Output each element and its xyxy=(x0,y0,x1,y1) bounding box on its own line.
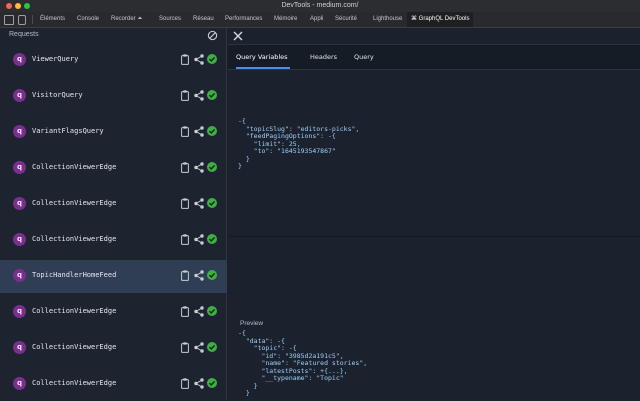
share-icon[interactable] xyxy=(194,198,204,209)
devtools-tab-console[interactable]: Console xyxy=(73,12,103,27)
request-row[interactable]: q ViewerQuery xyxy=(0,44,227,77)
active-tab-indicator xyxy=(236,67,290,69)
variables-line: } xyxy=(238,154,250,163)
devtools-tab-network[interactable]: Réseau xyxy=(189,12,218,27)
query-type-badge: q xyxy=(13,197,26,210)
preview-line: } xyxy=(238,381,258,390)
share-icon[interactable] xyxy=(194,306,204,317)
requests-title: Requests xyxy=(9,31,39,38)
request-name: TopicHandlerHomeFeed xyxy=(32,271,117,279)
variables-line: "to": "1645193547867" xyxy=(238,147,336,155)
window-title: DevTools - medium.com/ xyxy=(281,2,359,9)
request-row[interactable]: q VisitorQuery xyxy=(0,80,227,113)
requests-panel: Requests q ViewerQuery q VisitorQuery q Varia… xyxy=(0,28,227,400)
tab-query[interactable]: Query xyxy=(354,45,374,70)
request-row[interactable]: q CollectionViewerEdge xyxy=(0,152,227,185)
requests-header: Requests xyxy=(0,28,227,44)
devtools-tabbar: Éléments Console Recorder ⏶ Sources Rése… xyxy=(0,12,640,28)
check-circle-icon xyxy=(207,90,217,100)
devtools-tab-elements[interactable]: Éléments xyxy=(36,12,69,27)
device-icon[interactable] xyxy=(18,15,26,25)
devtools-tab-lighthouse[interactable]: Lighthouse xyxy=(369,12,406,27)
devtools-tab-memory[interactable]: Mémoire xyxy=(270,12,301,27)
request-name: CollectionViewerEdge xyxy=(32,379,117,387)
request-row[interactable]: q CollectionViewerEdge xyxy=(0,296,227,329)
check-circle-icon xyxy=(207,306,217,316)
query-type-badge: q xyxy=(13,53,26,66)
clipboard-icon[interactable] xyxy=(181,162,189,173)
query-variables-pane: -{ "topicSlug": "editors-picks", "feedPa… xyxy=(228,71,640,236)
devtools-tab-graphql[interactable]: ⌘ GraphQL DevTools xyxy=(407,12,474,27)
clear-icon[interactable] xyxy=(207,30,218,41)
clipboard-icon[interactable] xyxy=(181,90,189,101)
query-type-badge: q xyxy=(13,341,26,354)
clipboard-icon[interactable] xyxy=(181,378,189,389)
devtools-tab-recorder[interactable]: Recorder ⏶ xyxy=(107,12,146,27)
request-name: CollectionViewerEdge xyxy=(32,307,117,315)
query-type-badge: q xyxy=(13,233,26,246)
window-titlebar: DevTools - medium.com/ xyxy=(0,0,640,12)
devtools-tab-security[interactable]: Sécurité xyxy=(331,12,361,27)
request-name: VisitorQuery xyxy=(32,91,83,99)
check-circle-icon xyxy=(207,342,217,352)
devtools-tab-application[interactable]: Appli xyxy=(306,12,327,27)
check-circle-icon xyxy=(207,162,217,172)
query-type-badge: q xyxy=(13,269,26,282)
request-name: CollectionViewerEdge xyxy=(32,199,117,207)
query-type-badge: q xyxy=(13,125,26,138)
preview-json[interactable]: -{ "data": -{ "topic": -{ "id": "3985d2a… xyxy=(238,329,367,398)
detail-tabs: Query Variables Headers Query xyxy=(228,45,640,70)
share-icon[interactable] xyxy=(194,162,204,173)
clipboard-icon[interactable] xyxy=(181,234,189,245)
query-type-badge: q xyxy=(13,161,26,174)
devtools-tab-performance[interactable]: Performances xyxy=(221,12,266,27)
share-icon[interactable] xyxy=(194,378,204,389)
check-circle-icon xyxy=(207,270,217,280)
share-icon[interactable] xyxy=(194,270,204,281)
close-icon[interactable] xyxy=(232,30,244,42)
request-row[interactable]: q CollectionViewerEdge xyxy=(0,188,227,221)
share-icon[interactable] xyxy=(194,54,204,65)
query-variables-json[interactable]: -{ "topicSlug": "editors-picks", "feedPa… xyxy=(238,117,359,171)
clipboard-icon[interactable] xyxy=(181,306,189,317)
request-row[interactable]: q CollectionViewerEdge xyxy=(0,224,227,257)
toolbar-divider xyxy=(32,15,33,24)
check-circle-icon xyxy=(207,234,217,244)
query-type-badge: q xyxy=(13,377,26,390)
share-icon[interactable] xyxy=(194,234,204,245)
query-type-badge: q xyxy=(13,305,26,318)
check-circle-icon xyxy=(207,378,217,388)
request-detail-panel: Query Variables Headers Query -{ "topicS… xyxy=(228,28,640,400)
pane-divider[interactable] xyxy=(228,236,640,237)
clipboard-icon[interactable] xyxy=(181,270,189,281)
request-name: CollectionViewerEdge xyxy=(32,163,117,171)
share-icon[interactable] xyxy=(194,126,204,137)
inspect-icon[interactable] xyxy=(4,15,14,25)
request-row[interactable]: q CollectionViewerEdge xyxy=(0,332,227,365)
request-name: VariantFlagsQuery xyxy=(32,127,104,135)
tab-headers[interactable]: Headers xyxy=(310,45,337,70)
preview-line: } xyxy=(238,389,250,397)
preview-label: Preview xyxy=(240,320,264,327)
request-name: ViewerQuery xyxy=(32,55,79,63)
check-circle-icon xyxy=(207,126,217,136)
share-icon[interactable] xyxy=(194,90,204,101)
request-row[interactable]: q CollectionViewerEdge xyxy=(0,368,227,401)
clipboard-icon[interactable] xyxy=(181,126,189,137)
request-row[interactable]: q TopicHandlerHomeFeed xyxy=(0,260,227,293)
query-type-badge: q xyxy=(13,89,26,102)
check-circle-icon xyxy=(207,54,217,64)
check-circle-icon xyxy=(207,198,217,208)
clipboard-icon[interactable] xyxy=(181,54,189,65)
clipboard-icon[interactable] xyxy=(181,198,189,209)
request-row[interactable]: q VariantFlagsQuery xyxy=(0,116,227,149)
variables-line: } xyxy=(238,162,242,170)
clipboard-icon[interactable] xyxy=(181,342,189,353)
share-icon[interactable] xyxy=(194,342,204,353)
request-name: CollectionViewerEdge xyxy=(32,235,117,243)
request-name: CollectionViewerEdge xyxy=(32,343,117,351)
devtools-tab-sources[interactable]: Sources xyxy=(155,12,185,27)
